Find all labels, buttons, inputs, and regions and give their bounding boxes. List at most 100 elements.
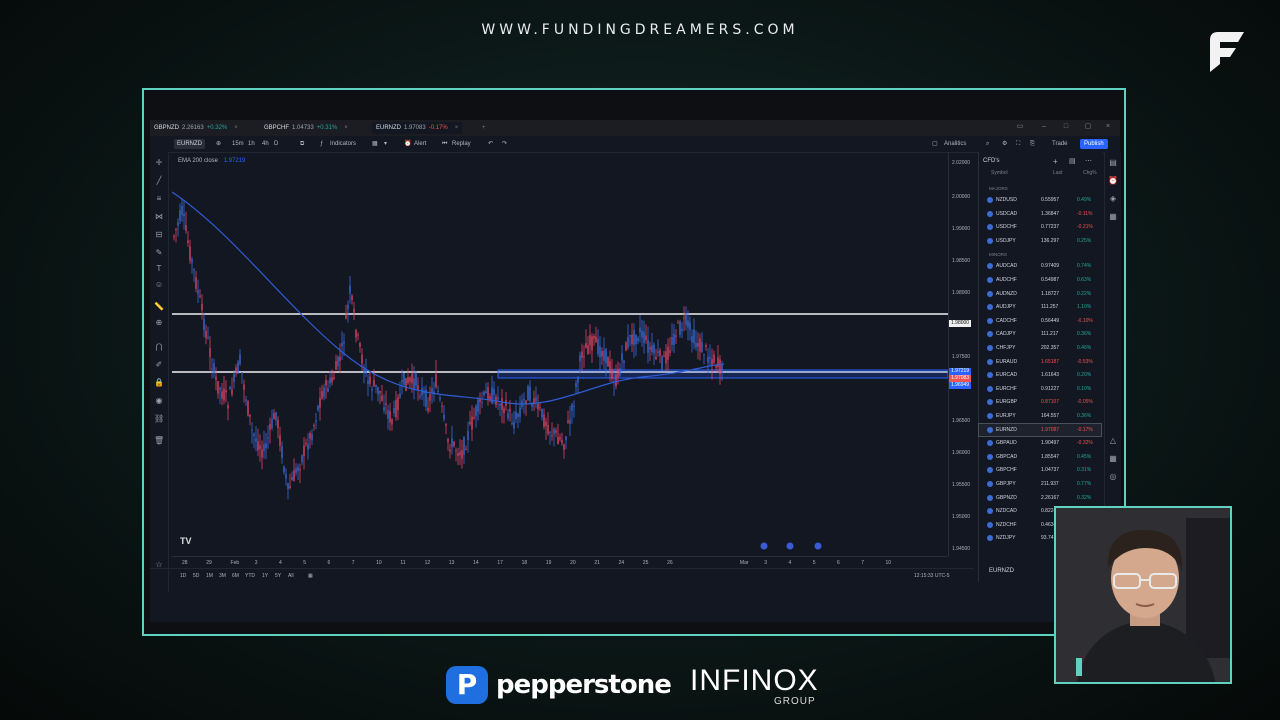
watchlist-row[interactable]: AUDCHF 0.54987 0.63% xyxy=(979,274,1101,286)
watchlist-row[interactable]: GBPAUD 1.90497 -0.32% xyxy=(979,437,1101,449)
indicators-button[interactable]: Indicators xyxy=(330,139,356,149)
interval-15m[interactable]: 15m xyxy=(232,139,244,149)
close-icon[interactable]: × xyxy=(455,125,459,131)
interval-d[interactable]: D xyxy=(274,139,278,149)
add-symbol-icon[interactable]: ⊕ xyxy=(216,139,221,149)
candlestick-plot[interactable] xyxy=(172,152,948,556)
watchlist-footer-symbol[interactable]: EURNZD xyxy=(989,568,1014,574)
alert-button[interactable]: Alert xyxy=(414,139,426,149)
watchlist-row[interactable]: AUDJPY 111.257 1.10% xyxy=(979,301,1101,313)
watchlist-row[interactable]: EURCHF 0.91227 0.10% xyxy=(979,383,1101,395)
range-all[interactable]: All xyxy=(288,573,294,579)
layers-icon[interactable]: ◈ xyxy=(1108,194,1118,204)
range-ytd[interactable]: YTD xyxy=(245,573,255,579)
snapshot-icon[interactable]: ⎘ xyxy=(1030,139,1035,149)
search-icon[interactable]: ⌕ xyxy=(986,139,989,149)
watchlist-row[interactable]: EURJPY 164.557 0.36% xyxy=(979,410,1101,422)
layout-select-icon[interactable]: ▢ xyxy=(932,139,938,149)
close-icon[interactable]: × xyxy=(344,125,348,131)
publish-button[interactable]: Publish xyxy=(1080,139,1108,149)
text-icon[interactable]: T xyxy=(154,264,164,274)
watchlist-title[interactable]: CFD's xyxy=(983,158,999,164)
trade-button[interactable]: Trade xyxy=(1052,139,1067,149)
economic-event-marker[interactable] xyxy=(786,542,794,550)
layout-icon[interactable]: ▤ xyxy=(1069,157,1076,165)
watchlist-icon[interactable]: ▤ xyxy=(1108,158,1118,168)
range-6m[interactable]: 6M xyxy=(232,573,239,579)
economic-event-marker[interactable] xyxy=(760,542,768,550)
range-1d[interactable]: 1D xyxy=(180,573,186,579)
crosshair-icon[interactable]: ✛ xyxy=(154,158,164,168)
tab-gbpchf[interactable]: GBPCHF 1.04733 +0.31% × xyxy=(264,122,348,134)
watchlist-row[interactable]: GBPJPY 211.937 0.77% xyxy=(979,478,1101,490)
eye-icon[interactable]: ◉ xyxy=(154,396,164,406)
templates-icon[interactable]: ▾ xyxy=(384,139,387,149)
brush-icon[interactable]: ✎ xyxy=(154,248,164,258)
settings-icon[interactable]: ⚙ xyxy=(1002,139,1007,149)
watchlist-row[interactable]: CHFJPY 202.357 0.46% xyxy=(979,342,1101,354)
redo-icon[interactable]: ↷ xyxy=(502,139,507,149)
range-5d[interactable]: 5D xyxy=(193,573,199,579)
notifications-icon[interactable]: △ xyxy=(1108,436,1118,446)
watchlist-row[interactable]: GBPCAD 1.85547 0.45% xyxy=(979,451,1101,463)
watchlist-row[interactable]: USDCAD 1.36847 -0.11% xyxy=(979,208,1101,220)
maximize-icon[interactable]: ▢ xyxy=(1084,123,1092,131)
close-icon[interactable]: × xyxy=(234,125,238,131)
restore-icon[interactable]: □ xyxy=(1062,123,1070,131)
tab-gbpnzd[interactable]: GBPNZD 2.26163 +0.32% × xyxy=(154,122,238,134)
range-5y[interactable]: 5Y xyxy=(275,573,281,579)
price-chart[interactable]: EMA 200 close 1.97219 TV xyxy=(172,152,948,556)
minimize-icon[interactable]: – xyxy=(1040,123,1048,131)
watchlist-row[interactable]: CADCHF 0.56449 -0.10% xyxy=(979,315,1101,327)
indicator-legend[interactable]: EMA 200 close 1.97219 xyxy=(178,158,245,164)
undo-icon[interactable]: ↶ xyxy=(488,139,493,149)
alerts-icon[interactable]: ⏰ xyxy=(1108,176,1118,186)
projection-icon[interactable]: ⊟ xyxy=(154,230,164,240)
lock-icon[interactable]: 🔒 xyxy=(154,378,164,388)
calendar-icon[interactable]: ▦ xyxy=(1108,212,1118,222)
calendar-icon[interactable]: ▦ xyxy=(308,573,313,579)
ruler-icon[interactable]: 📏 xyxy=(154,302,164,312)
demand-zone[interactable] xyxy=(497,369,948,379)
trendline-icon[interactable]: ╱ xyxy=(154,176,164,186)
replay-button[interactable]: Replay xyxy=(452,139,471,149)
watchlist-row[interactable]: AUDNZD 1.18727 0.22% xyxy=(979,288,1101,300)
range-1y[interactable]: 1Y xyxy=(262,573,268,579)
economic-event-marker[interactable] xyxy=(814,542,822,550)
watchlist-row[interactable]: EURCAD 1.61643 0.20% xyxy=(979,369,1101,381)
lock-drawings-icon[interactable]: ✐ xyxy=(154,360,164,370)
watchlist-row[interactable]: AUDCAD 0.97409 0.74% xyxy=(979,260,1101,272)
tab-eurnzd[interactable]: EURNZD 1.97083 -0.17% × xyxy=(372,122,463,134)
icons-icon[interactable]: ☺ xyxy=(154,280,164,290)
help-icon[interactable]: ◎ xyxy=(1108,472,1118,482)
watchlist-row[interactable]: EURNZD 1.97087 -0.17% xyxy=(978,422,1102,437)
pattern-icon[interactable]: ⋈ xyxy=(154,212,164,222)
close-window-icon[interactable]: × xyxy=(1104,123,1112,131)
more-icon[interactable]: ⋯ xyxy=(1085,157,1092,165)
trash-icon[interactable]: 🗑 xyxy=(154,436,164,446)
analytics-button[interactable]: Analitics xyxy=(944,139,966,149)
price-axis[interactable]: 2.02000 2.00000 1.99000 1.98500 1.98000 … xyxy=(948,152,975,556)
watchlist-row[interactable]: EURGBP 0.87107 -0.05% xyxy=(979,396,1101,408)
magnet-icon[interactable]: ⋂ xyxy=(154,342,164,352)
watchlist-row[interactable]: CADJPY 111.217 0.36% xyxy=(979,328,1101,340)
interval-1h[interactable]: 1h xyxy=(248,139,255,149)
clock[interactable]: 12:15:33 UTC-5 xyxy=(914,573,950,579)
fib-icon[interactable]: ≡ xyxy=(154,194,164,204)
candles-icon[interactable]: ⧉ xyxy=(300,139,304,149)
watchlist-group-label[interactable]: MINORS xyxy=(989,252,1007,257)
interval-4h[interactable]: 4h xyxy=(262,139,269,149)
link-icon[interactable]: ⛓ xyxy=(154,414,164,424)
calendar-events-icon[interactable]: ▦ xyxy=(1108,454,1118,464)
watchlist-row[interactable]: GBPNZD 2.26167 0.32% xyxy=(979,492,1101,504)
range-3m[interactable]: 3M xyxy=(219,573,226,579)
menu-icon[interactable]: ▭ xyxy=(1016,123,1024,131)
fullscreen-icon[interactable]: ⛶ xyxy=(1016,139,1020,149)
watchlist-row[interactable]: USDCHF 0.77237 -0.21% xyxy=(979,221,1101,233)
range-1m[interactable]: 1M xyxy=(206,573,213,579)
watchlist-row[interactable]: EURAUD 1.65187 -0.53% xyxy=(979,356,1101,368)
new-tab-icon[interactable]: + xyxy=(482,122,486,134)
layout-icon[interactable]: ▦ xyxy=(372,139,378,149)
watchlist-row[interactable]: USDJPY 136.297 0.25% xyxy=(979,235,1101,247)
watchlist-group-label[interactable]: MAJORS xyxy=(989,186,1008,191)
